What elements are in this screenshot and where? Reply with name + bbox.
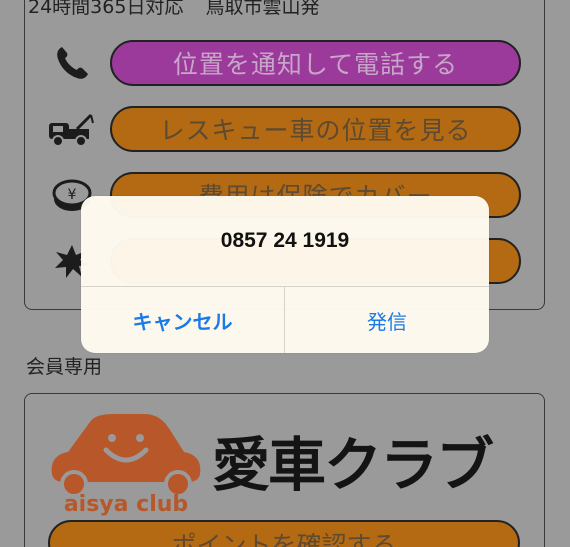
rescue-vehicle-location-label: レスキュー車の位置を見る: [159, 116, 472, 145]
phone-icon: [46, 40, 98, 86]
members-section-label: 会員専用: [26, 356, 103, 378]
notify-location-call-button[interactable]: 位置を通知して電話する: [110, 40, 521, 86]
rescue-vehicle-location-button[interactable]: レスキュー車の位置を見る: [110, 106, 521, 152]
aisya-club-logo: aisya club: [44, 410, 208, 517]
tow-truck-icon: [46, 106, 98, 152]
notify-location-call-label: 位置を通知して電話する: [172, 50, 459, 79]
club-name-title: 愛車クラブ: [212, 431, 494, 499]
check-points-label: ポイントを確認する: [171, 531, 397, 547]
call-confirm-dialog: 0857 24 1919 キャンセル 発信: [81, 196, 489, 353]
check-points-button[interactable]: ポイントを確認する: [48, 520, 520, 547]
cancel-button[interactable]: キャンセル: [81, 287, 284, 353]
club-logo-text: aisya club: [64, 492, 188, 516]
dialog-phone-number: 0857 24 1919: [220, 229, 350, 252]
call-button[interactable]: 発信: [285, 287, 489, 353]
svg-text:¥: ¥: [68, 187, 77, 203]
app-page: 24時間365日対応 鳥取市雲山発 位置を通知して電話する レスキュー車の位置を見…: [0, 0, 570, 547]
